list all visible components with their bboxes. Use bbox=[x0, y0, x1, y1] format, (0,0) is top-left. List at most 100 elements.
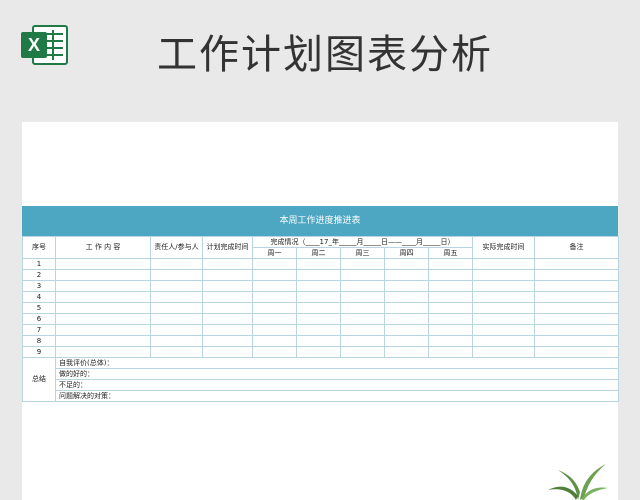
table-cell[interactable] bbox=[472, 313, 535, 325]
table-cell[interactable] bbox=[384, 258, 429, 270]
table-row: 1 bbox=[22, 258, 619, 270]
table-cell[interactable] bbox=[428, 291, 473, 303]
table-cell[interactable] bbox=[55, 258, 151, 270]
table-cell[interactable] bbox=[202, 291, 253, 303]
table-cell[interactable] bbox=[534, 280, 619, 292]
table-cell[interactable] bbox=[384, 324, 429, 336]
table-cell[interactable] bbox=[296, 280, 341, 292]
summary-line[interactable]: 不足的： bbox=[55, 379, 619, 391]
table-cell[interactable] bbox=[534, 258, 619, 270]
table-cell[interactable] bbox=[296, 258, 341, 270]
table-cell[interactable] bbox=[252, 280, 297, 292]
table-cell[interactable] bbox=[150, 258, 203, 270]
table-cell[interactable] bbox=[428, 302, 473, 314]
table-cell[interactable] bbox=[252, 335, 297, 347]
table-cell[interactable] bbox=[296, 269, 341, 281]
table-cell[interactable] bbox=[384, 346, 429, 358]
page-header: X 工作计划图表分析 bbox=[0, 0, 640, 122]
table-cell[interactable] bbox=[150, 335, 203, 347]
table-cell[interactable] bbox=[202, 269, 253, 281]
table-cell[interactable] bbox=[55, 324, 151, 336]
table-cell[interactable] bbox=[202, 313, 253, 325]
summary-line[interactable]: 自我评价(总体)： bbox=[55, 357, 619, 369]
table-cell[interactable] bbox=[55, 302, 151, 314]
table-banner-title: 本周工作进度推进表 bbox=[22, 206, 618, 236]
table-cell[interactable] bbox=[428, 313, 473, 325]
table-cell[interactable] bbox=[340, 291, 385, 303]
table-cell[interactable] bbox=[252, 269, 297, 281]
table-cell[interactable] bbox=[202, 324, 253, 336]
table-cell[interactable] bbox=[534, 291, 619, 303]
table-cell[interactable] bbox=[150, 291, 203, 303]
table-cell[interactable] bbox=[534, 335, 619, 347]
table-cell[interactable] bbox=[202, 335, 253, 347]
header-weekday: 周五 bbox=[428, 247, 473, 259]
table-cell[interactable] bbox=[472, 280, 535, 292]
table-cell[interactable] bbox=[384, 313, 429, 325]
table-cell[interactable] bbox=[428, 346, 473, 358]
summary-line[interactable]: 做的好的： bbox=[55, 368, 619, 380]
table-cell[interactable] bbox=[472, 335, 535, 347]
table-cell[interactable] bbox=[150, 324, 203, 336]
table-cell[interactable] bbox=[55, 335, 151, 347]
table-cell[interactable] bbox=[150, 302, 203, 314]
table-cell[interactable] bbox=[296, 346, 341, 358]
table-cell[interactable] bbox=[150, 280, 203, 292]
table-cell[interactable] bbox=[252, 291, 297, 303]
table-cell[interactable] bbox=[202, 302, 253, 314]
table-cell[interactable] bbox=[472, 324, 535, 336]
table-cell[interactable] bbox=[534, 324, 619, 336]
table-cell[interactable] bbox=[340, 313, 385, 325]
table-cell[interactable] bbox=[384, 280, 429, 292]
table-cell[interactable] bbox=[472, 269, 535, 281]
table-cell[interactable] bbox=[472, 258, 535, 270]
table-cell[interactable] bbox=[340, 280, 385, 292]
table-cell[interactable] bbox=[428, 335, 473, 347]
table-cell[interactable] bbox=[150, 269, 203, 281]
table-cell[interactable] bbox=[252, 346, 297, 358]
table-cell[interactable] bbox=[340, 302, 385, 314]
table-cell[interactable] bbox=[55, 269, 151, 281]
table-cell[interactable] bbox=[202, 280, 253, 292]
table-cell[interactable] bbox=[472, 302, 535, 314]
table-cell[interactable] bbox=[55, 313, 151, 325]
table-cell[interactable] bbox=[384, 302, 429, 314]
table-cell[interactable] bbox=[534, 269, 619, 281]
table-cell[interactable] bbox=[296, 324, 341, 336]
table-cell[interactable] bbox=[384, 335, 429, 347]
row-number: 4 bbox=[22, 291, 56, 303]
table-cell[interactable] bbox=[384, 291, 429, 303]
table-cell[interactable] bbox=[340, 346, 385, 358]
table-cell[interactable] bbox=[428, 269, 473, 281]
table-cell[interactable] bbox=[150, 346, 203, 358]
table-cell[interactable] bbox=[534, 302, 619, 314]
table-cell[interactable] bbox=[252, 302, 297, 314]
table-cell[interactable] bbox=[202, 346, 253, 358]
table-cell[interactable] bbox=[534, 346, 619, 358]
table-cell[interactable] bbox=[252, 313, 297, 325]
table-cell[interactable] bbox=[340, 324, 385, 336]
table-cell[interactable] bbox=[340, 335, 385, 347]
table-cell[interactable] bbox=[340, 258, 385, 270]
table-cell[interactable] bbox=[428, 258, 473, 270]
table-cell[interactable] bbox=[296, 291, 341, 303]
table-cell[interactable] bbox=[252, 258, 297, 270]
table-cell[interactable] bbox=[202, 258, 253, 270]
summary-line[interactable]: 问题解决的对策： bbox=[55, 390, 619, 402]
table-cell[interactable] bbox=[55, 346, 151, 358]
table-cell[interactable] bbox=[428, 280, 473, 292]
table-cell[interactable] bbox=[384, 269, 429, 281]
table-row: 5 bbox=[22, 302, 619, 314]
table-cell[interactable] bbox=[252, 324, 297, 336]
table-cell[interactable] bbox=[472, 346, 535, 358]
table-cell[interactable] bbox=[534, 313, 619, 325]
table-cell[interactable] bbox=[55, 280, 151, 292]
table-cell[interactable] bbox=[55, 291, 151, 303]
table-cell[interactable] bbox=[296, 335, 341, 347]
table-cell[interactable] bbox=[150, 313, 203, 325]
table-cell[interactable] bbox=[472, 291, 535, 303]
table-cell[interactable] bbox=[296, 302, 341, 314]
table-cell[interactable] bbox=[428, 324, 473, 336]
table-cell[interactable] bbox=[296, 313, 341, 325]
table-cell[interactable] bbox=[340, 269, 385, 281]
